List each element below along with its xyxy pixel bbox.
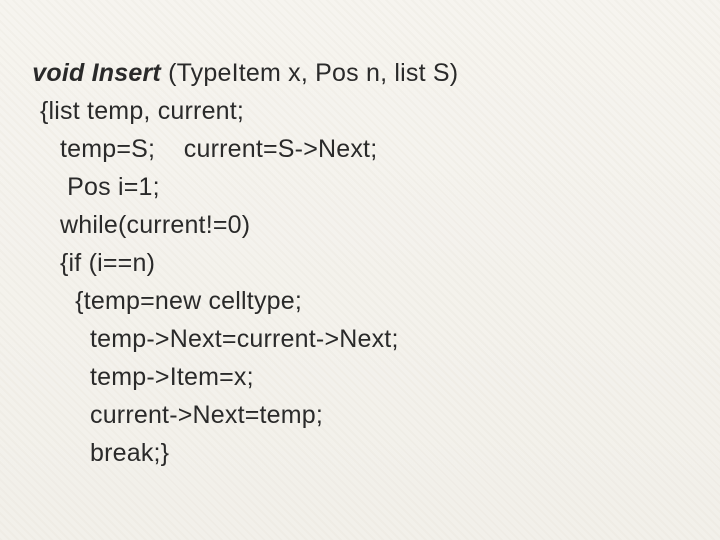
code-line-2: {list temp, current;: [40, 92, 702, 130]
code-line-8: temp->Next=current->Next;: [90, 320, 702, 358]
function-signature-keyword: void Insert: [32, 59, 161, 87]
code-line-3: temp=S; current=S->Next;: [60, 130, 702, 168]
code-line-10: current->Next=temp;: [90, 396, 702, 434]
code-line-9: temp->Item=x;: [90, 358, 702, 396]
code-line-6: {if (i==n): [60, 244, 702, 282]
function-signature-params: (TypeItem x, Pos n, list S): [161, 59, 458, 87]
code-line-7: {temp=new celltype;: [68, 282, 702, 320]
code-line-signature: void Insert (TypeItem x, Pos n, list S): [18, 16, 702, 92]
code-line-11: break;}: [90, 434, 702, 472]
code-line-4: Pos i=1;: [60, 168, 702, 206]
code-line-5: while(current!=0): [60, 206, 702, 244]
